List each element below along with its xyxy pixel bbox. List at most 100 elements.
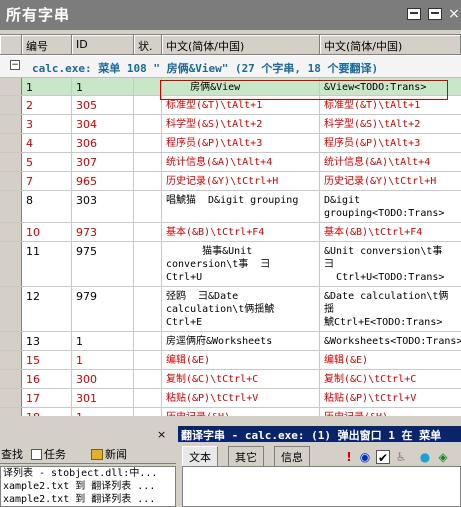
source-text-cell[interactable]: 粘贴(&P)\tCtrl+V — [162, 389, 320, 407]
close-icon[interactable]: × — [447, 7, 461, 21]
source-text-cell[interactable]: 科学型(&S)\tAlt+2 — [162, 115, 320, 133]
table-row[interactable]: 3 304 科学型(&S)\tAlt+2 科学型(&S)\tAlt+2 — [0, 115, 461, 134]
number-cell[interactable]: 16 — [22, 370, 72, 388]
status-cell[interactable] — [134, 153, 162, 171]
tab-tasks[interactable]: 任务 — [28, 445, 69, 463]
string-grid[interactable]: 编号 ID 状. 中文(简体/中国) 中文(简体/中国) − calc.exe:… — [0, 34, 461, 416]
translation-cell[interactable]: &Date calculation\t俩揺 鯱Ctrl+E<TODO:Trans… — [320, 287, 461, 331]
status-cell[interactable] — [134, 172, 162, 190]
translation-cell[interactable]: &Worksheets<TODO:Trans> — [320, 332, 461, 350]
number-cell[interactable]: 3 — [22, 115, 72, 133]
number-cell[interactable]: 13 — [22, 332, 72, 350]
id-cell[interactable]: 1 — [72, 408, 134, 416]
id-cell[interactable]: 979 — [72, 287, 134, 331]
translation-cell[interactable]: 程序员(&P)\tAlt+3 — [320, 134, 461, 152]
accessibility-icon[interactable]: ♿ — [394, 450, 408, 464]
source-text-cell[interactable]: 房俩&View — [162, 78, 320, 95]
number-cell[interactable]: 11 — [22, 242, 72, 286]
source-text-cell[interactable]: 历史记录(&H) — [162, 408, 320, 416]
translation-text-area[interactable] — [182, 466, 461, 507]
number-cell[interactable]: 10 — [22, 223, 72, 241]
id-cell[interactable]: 304 — [72, 115, 134, 133]
table-row[interactable]: 13 1 房逕俩府&Worksheets &Worksheets<TODO:Trans… — [0, 332, 461, 351]
translation-cell[interactable]: D&igit grouping<TODO:Trans> — [320, 191, 461, 222]
header-id[interactable]: ID — [72, 35, 134, 55]
status-cell[interactable] — [134, 191, 162, 222]
restore-icon[interactable] — [428, 8, 442, 20]
list-item[interactable]: 译列表 - stobject.dll:中... — [1, 467, 175, 480]
status-cell[interactable] — [134, 242, 162, 286]
table-row[interactable]: 181 历史记录(&H)历史记录(&H) — [0, 408, 461, 416]
translation-cell[interactable]: 标准型(&T)\tAlt+1 — [320, 96, 461, 114]
table-row[interactable]: 12 979 弪鸥 彐&Date calculation\t俩揺鯱 Ctrl+E &D… — [0, 287, 461, 332]
translation-cell[interactable]: &Unit conversion\t事 彐 Ctrl+U<TODO:Trans> — [320, 242, 461, 286]
panel-close-icon[interactable]: × — [157, 428, 166, 441]
id-cell[interactable]: 307 — [72, 153, 134, 171]
number-cell[interactable]: 15 — [22, 351, 72, 369]
table-row[interactable]: 2 305 标准型(&T)\tAlt+1 标准型(&T)\tAlt+1 — [0, 96, 461, 115]
tab-find[interactable]: 查找 — [0, 445, 26, 463]
id-cell[interactable]: 965 — [72, 172, 134, 190]
collapse-icon[interactable]: − — [10, 60, 20, 70]
table-row[interactable]: 10 973 基本(&B)\tCtrl+F4 基本(&B)\tCtrl+F4 — [0, 223, 461, 242]
source-text-cell[interactable]: 基本(&B)\tCtrl+F4 — [162, 223, 320, 241]
window-menu-icon[interactable] — [407, 8, 421, 20]
status-cell[interactable] — [134, 287, 162, 331]
source-text-cell[interactable]: 弪鸥 彐&Date calculation\t俩揺鯱 Ctrl+E — [162, 287, 320, 331]
translation-cell[interactable]: 历史记录(&H) — [320, 408, 461, 416]
translation-cell[interactable]: 粘贴(&P)\tCtrl+V — [320, 389, 461, 407]
status-cell[interactable] — [134, 134, 162, 152]
tab-text[interactable]: 文本 — [182, 446, 218, 466]
source-text-cell[interactable]: 历史记录(&Y)\tCtrl+H — [162, 172, 320, 190]
status-cell[interactable] — [134, 351, 162, 369]
table-row[interactable]: 5 307 统计信息(&A)\tAlt+4 统计信息(&A)\tAlt+4 — [0, 153, 461, 172]
source-text-cell[interactable]: 唱鯱猫 D&igit grouping — [162, 191, 320, 222]
status-cell[interactable] — [134, 115, 162, 133]
source-text-cell[interactable]: 编辑(&E) — [162, 351, 320, 369]
status-cell[interactable] — [134, 408, 162, 416]
table-row[interactable]: 11 房俩&View &View<TODO:Trans> — [0, 78, 461, 96]
header-source-language[interactable]: 中文(简体/中国) — [162, 35, 320, 55]
translation-cell[interactable]: 科学型(&S)\tAlt+2 — [320, 115, 461, 133]
news-list[interactable]: 译列表 - stobject.dll:中... xample2.txt 到 翻译… — [0, 466, 176, 507]
table-row[interactable]: 7 965 历史记录(&Y)\tCtrl+H 历史记录(&Y)\tCtrl+H — [0, 172, 461, 191]
number-cell[interactable]: 1 — [22, 78, 72, 95]
translation-cell[interactable]: 基本(&B)\tCtrl+F4 — [320, 223, 461, 241]
list-item[interactable]: xample2.txt 到 翻译列表 ... — [1, 480, 175, 493]
translation-cell[interactable]: 复制(&C)\tCtrl+C — [320, 370, 461, 388]
id-cell[interactable]: 305 — [72, 96, 134, 114]
id-cell[interactable]: 303 — [72, 191, 134, 222]
number-cell[interactable]: 4 — [22, 134, 72, 152]
eye-icon[interactable]: ◉ — [358, 450, 372, 464]
number-cell[interactable]: 7 — [22, 172, 72, 190]
id-cell[interactable]: 301 — [72, 389, 134, 407]
table-row[interactable]: 16 300 复制(&C)\tCtrl+C 复制(&C)\tCtrl+C — [0, 370, 461, 389]
group-row[interactable]: − calc.exe: 菜单 108 " 房俩&View" (27 个字串, 1… — [0, 56, 461, 78]
circle-icon[interactable]: ● — [418, 450, 432, 464]
warning-icon[interactable]: ! — [342, 450, 356, 464]
status-cell[interactable] — [134, 370, 162, 388]
list-item[interactable]: xample2.txt 到 翻译列表 ... — [1, 493, 175, 506]
diamond-icon[interactable]: ◈ — [436, 450, 450, 464]
tab-news[interactable]: 新闻 — [88, 445, 130, 463]
status-cell[interactable] — [134, 223, 162, 241]
table-row[interactable]: 17 301 粘贴(&P)\tCtrl+V 粘贴(&P)\tCtrl+V — [0, 389, 461, 408]
table-row[interactable]: 8 303 唱鯱猫 D&igit grouping D&igit grouping<T… — [0, 191, 461, 223]
number-cell[interactable]: 5 — [22, 153, 72, 171]
id-cell[interactable]: 973 — [72, 223, 134, 241]
number-cell[interactable]: 17 — [22, 389, 72, 407]
source-text-cell[interactable]: 复制(&C)\tCtrl+C — [162, 370, 320, 388]
translation-cell[interactable]: &View<TODO:Trans> — [320, 78, 461, 95]
status-cell[interactable] — [134, 96, 162, 114]
number-cell[interactable]: 2 — [22, 96, 72, 114]
id-cell[interactable]: 1 — [72, 351, 134, 369]
status-cell[interactable] — [134, 332, 162, 350]
number-cell[interactable]: 12 — [22, 287, 72, 331]
source-text-cell[interactable]: 房逕俩府&Worksheets — [162, 332, 320, 350]
id-cell[interactable]: 306 — [72, 134, 134, 152]
header-number[interactable]: 编号 — [22, 35, 72, 55]
id-cell[interactable]: 300 — [72, 370, 134, 388]
translation-cell[interactable]: 统计信息(&A)\tAlt+4 — [320, 153, 461, 171]
table-row[interactable]: 4 306 程序员(&P)\tAlt+3 程序员(&P)\tAlt+3 — [0, 134, 461, 153]
header-target-language[interactable]: 中文(简体/中国) — [320, 35, 461, 55]
